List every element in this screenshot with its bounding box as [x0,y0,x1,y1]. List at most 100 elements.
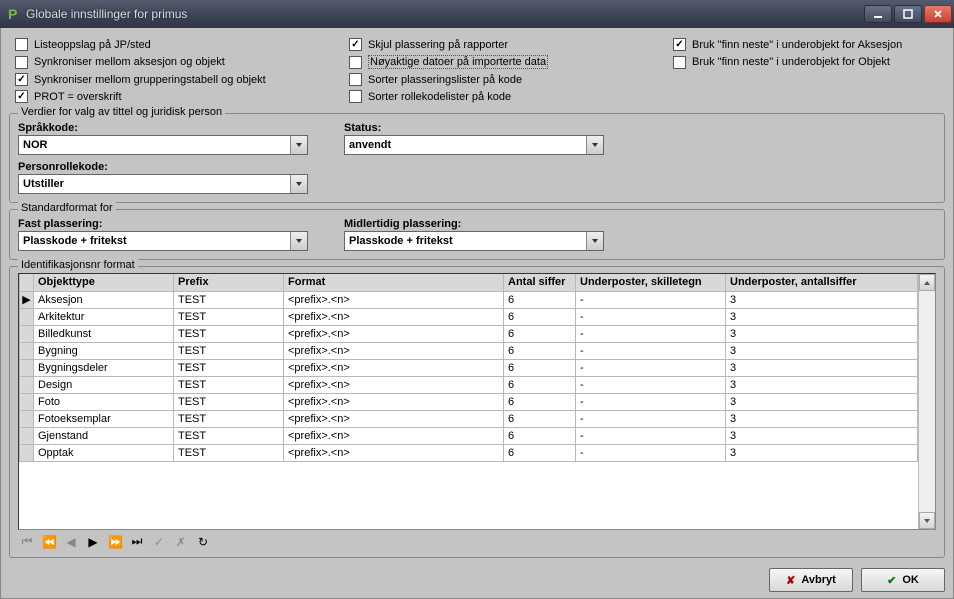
cell-format[interactable]: <prefix>.<n> [284,342,504,359]
sprakkode-select[interactable]: NOR [18,135,308,155]
cell-skilletegn[interactable]: - [576,410,726,427]
cell-format[interactable]: <prefix>.<n> [284,427,504,444]
cell-objekttype[interactable]: Foto [34,393,174,410]
table-row[interactable]: BygningTEST<prefix>.<n>6-3 [20,342,918,359]
checkbox-option[interactable]: Bruk "finn neste" i underobjekt for Akse… [673,38,939,51]
scroll-track[interactable] [919,291,935,512]
cell-prefix[interactable]: TEST [174,359,284,376]
cell-prefix[interactable]: TEST [174,342,284,359]
vertical-scrollbar[interactable] [918,274,935,529]
table-row[interactable]: OpptakTEST<prefix>.<n>6-3 [20,444,918,461]
cell-prefix[interactable]: TEST [174,325,284,342]
cell-skilletegn[interactable]: - [576,325,726,342]
checkbox-icon[interactable] [349,90,362,103]
status-select[interactable]: anvendt [344,135,604,155]
nav-refresh-icon[interactable]: ↻ [196,535,210,549]
midlertidig-plassering-select[interactable]: Plasskode + fritekst [344,231,604,251]
ok-button[interactable]: ✔ OK [861,568,945,592]
cell-objekttype[interactable]: Opptak [34,444,174,461]
nav-fastforward-icon[interactable]: ⏩ [108,535,122,549]
nav-next-icon[interactable]: ▶ [86,535,100,549]
nav-confirm-icon[interactable]: ✓ [152,535,166,549]
table-row[interactable]: ▶AksesjonTEST<prefix>.<n>6-3 [20,291,918,308]
cell-antallsiffer[interactable]: 3 [726,410,918,427]
minimize-button[interactable] [864,5,892,23]
cell-antallsiffer[interactable]: 3 [726,308,918,325]
cell-antall-siffer[interactable]: 6 [504,376,576,393]
cell-format[interactable]: <prefix>.<n> [284,359,504,376]
col-underposter-skilletegn[interactable]: Underposter, skilletegn [576,274,726,291]
cell-format[interactable]: <prefix>.<n> [284,376,504,393]
scroll-up-icon[interactable] [919,274,935,291]
table-row[interactable]: FotoTEST<prefix>.<n>6-3 [20,393,918,410]
cell-prefix[interactable]: TEST [174,291,284,308]
cell-prefix[interactable]: TEST [174,308,284,325]
cell-prefix[interactable]: TEST [174,393,284,410]
cell-antall-siffer[interactable]: 6 [504,393,576,410]
col-prefix[interactable]: Prefix [174,274,284,291]
nav-first-icon[interactable]: ⏮ [20,534,34,549]
cell-prefix[interactable]: TEST [174,427,284,444]
cell-objekttype[interactable]: Bygningsdeler [34,359,174,376]
cell-objekttype[interactable]: Aksesjon [34,291,174,308]
table-row[interactable]: ArkitekturTEST<prefix>.<n>6-3 [20,308,918,325]
nav-cancel-icon[interactable]: ✗ [174,535,188,549]
cell-skilletegn[interactable]: - [576,342,726,359]
checkbox-icon[interactable] [15,90,28,103]
checkbox-option[interactable]: Listeoppslag på JP/sted [15,38,345,51]
cell-antall-siffer[interactable]: 6 [504,444,576,461]
cell-skilletegn[interactable]: - [576,359,726,376]
maximize-button[interactable] [894,5,922,23]
cell-skilletegn[interactable]: - [576,393,726,410]
checkbox-icon[interactable] [349,56,362,69]
checkbox-icon[interactable] [673,38,686,51]
cell-antall-siffer[interactable]: 6 [504,427,576,444]
cell-antallsiffer[interactable]: 3 [726,325,918,342]
checkbox-option[interactable]: Sorter rollekodelister på kode [349,90,669,103]
close-button[interactable] [924,5,952,23]
cell-format[interactable]: <prefix>.<n> [284,291,504,308]
cell-antall-siffer[interactable]: 6 [504,308,576,325]
data-grid[interactable]: Objekttype Prefix Format Antal siffer Un… [19,274,918,462]
col-objekttype[interactable]: Objekttype [34,274,174,291]
cell-format[interactable]: <prefix>.<n> [284,393,504,410]
cell-objekttype[interactable]: Arkitektur [34,308,174,325]
cell-format[interactable]: <prefix>.<n> [284,410,504,427]
checkbox-icon[interactable] [349,73,362,86]
fast-plassering-select[interactable]: Plasskode + fritekst [18,231,308,251]
cell-objekttype[interactable]: Gjenstand [34,427,174,444]
cell-format[interactable]: <prefix>.<n> [284,325,504,342]
personrollekode-select[interactable]: Utstiller [18,174,308,194]
cell-skilletegn[interactable]: - [576,427,726,444]
cell-prefix[interactable]: TEST [174,444,284,461]
cell-antallsiffer[interactable]: 3 [726,376,918,393]
table-row[interactable]: FotoeksemplarTEST<prefix>.<n>6-3 [20,410,918,427]
cell-antallsiffer[interactable]: 3 [726,393,918,410]
checkbox-option[interactable]: Skjul plassering på rapporter [349,38,669,51]
cell-format[interactable]: <prefix>.<n> [284,308,504,325]
cell-objekttype[interactable]: Design [34,376,174,393]
checkbox-icon[interactable] [15,73,28,86]
cell-skilletegn[interactable]: - [576,376,726,393]
cell-format[interactable]: <prefix>.<n> [284,444,504,461]
cell-objekttype[interactable]: Bygning [34,342,174,359]
cell-objekttype[interactable]: Billedkunst [34,325,174,342]
nav-last-icon[interactable]: ⏭ [130,534,144,549]
cell-skilletegn[interactable]: - [576,444,726,461]
cell-prefix[interactable]: TEST [174,376,284,393]
cell-skilletegn[interactable]: - [576,291,726,308]
col-antall-siffer[interactable]: Antal siffer [504,274,576,291]
cell-skilletegn[interactable]: - [576,308,726,325]
checkbox-icon[interactable] [673,56,686,69]
cell-prefix[interactable]: TEST [174,410,284,427]
cell-antallsiffer[interactable]: 3 [726,342,918,359]
cell-antallsiffer[interactable]: 3 [726,359,918,376]
checkbox-icon[interactable] [349,38,362,51]
checkbox-icon[interactable] [15,56,28,69]
cell-antall-siffer[interactable]: 6 [504,342,576,359]
cell-antallsiffer[interactable]: 3 [726,444,918,461]
checkbox-option[interactable]: Bruk "finn neste" i underobjekt for Obje… [673,55,939,69]
avbryt-button[interactable]: ✘ Avbryt [769,568,853,592]
table-row[interactable]: BilledkunstTEST<prefix>.<n>6-3 [20,325,918,342]
cell-antallsiffer[interactable]: 3 [726,427,918,444]
